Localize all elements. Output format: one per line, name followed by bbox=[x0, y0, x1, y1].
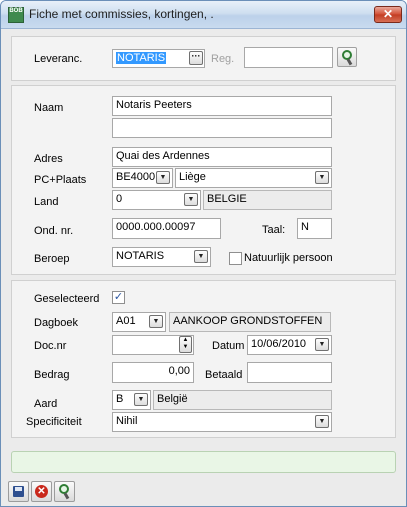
land-dropdown[interactable]: 0 ▼ bbox=[112, 190, 201, 210]
chevron-down-icon[interactable]: ▼ bbox=[194, 250, 208, 263]
plaats-dropdown[interactable]: Liège ▼ bbox=[175, 168, 332, 188]
ond-nr-label: Ond. nr. bbox=[34, 225, 74, 237]
aard-dropdown[interactable]: B ▼ bbox=[112, 390, 151, 410]
docnr-spinner[interactable]: ▲ ▼ bbox=[179, 336, 192, 353]
beroep-dropdown[interactable]: NOTARIS ▼ bbox=[112, 247, 211, 267]
bedrag-field[interactable]: 0,00 bbox=[112, 362, 194, 383]
specificiteit-label: Specificiteit bbox=[26, 416, 82, 428]
window-title: Fiche met commissies, kortingen, . bbox=[29, 7, 214, 21]
betaald-label: Betaald bbox=[205, 369, 243, 381]
specificiteit-value: Nihil bbox=[116, 415, 138, 427]
docnr-field[interactable]: ▲ ▼ bbox=[112, 335, 194, 355]
spin-up-icon[interactable]: ▲ bbox=[180, 337, 191, 344]
ond-nr-field[interactable]: 0000.000.00097 bbox=[112, 218, 221, 239]
beroep-label: Beroep bbox=[34, 253, 70, 265]
naam-field[interactable]: Notaris Peeters bbox=[112, 96, 332, 116]
floppy-disk-icon bbox=[13, 486, 24, 497]
leveranc-field[interactable]: NOTARIS ··· bbox=[112, 49, 205, 68]
land-label: Land bbox=[34, 196, 59, 208]
dialog-window: BOB Fiche met commissies, kortingen, . ✕… bbox=[0, 0, 407, 507]
chevron-down-icon[interactable]: ▼ bbox=[134, 393, 148, 406]
close-button[interactable]: ✕ bbox=[374, 6, 402, 23]
dagboek-dropdown[interactable]: A01 ▼ bbox=[112, 312, 166, 332]
adres-field[interactable]: Quai des Ardennes bbox=[112, 147, 332, 167]
geselecteerd-label: Geselecteerd bbox=[34, 293, 100, 305]
chevron-down-icon[interactable]: ▼ bbox=[156, 171, 170, 184]
aard-code: B bbox=[116, 393, 124, 405]
beroep-value: NOTARIS bbox=[116, 250, 165, 262]
land-name-field: BELGIE bbox=[203, 190, 332, 210]
adres-label: Adres bbox=[34, 153, 63, 165]
bottom-toolbar: ✕ bbox=[1, 478, 406, 506]
app-logo-icon: BOB bbox=[8, 7, 24, 23]
dagboek-code: A01 bbox=[116, 315, 136, 327]
calendar-dropdown-icon[interactable]: ▼ bbox=[315, 338, 329, 351]
dagboek-name-field: AANKOOP GRONDSTOFFEN bbox=[169, 312, 331, 332]
chevron-down-icon[interactable]: ▼ bbox=[149, 315, 163, 328]
chevron-down-icon[interactable]: ▼ bbox=[315, 415, 329, 428]
natuurlijk-label: Natuurlijk persoon bbox=[244, 252, 333, 264]
leveranc-value: NOTARIS bbox=[116, 52, 167, 64]
dagboek-label: Dagboek bbox=[34, 317, 79, 329]
betaald-field[interactable] bbox=[247, 362, 332, 383]
aard-name-field: België bbox=[153, 390, 332, 410]
datum-dropdown[interactable]: 10/06/2010 ▼ bbox=[247, 335, 332, 355]
chevron-down-icon[interactable]: ▼ bbox=[315, 171, 329, 184]
specificiteit-dropdown[interactable]: Nihil ▼ bbox=[112, 412, 332, 432]
bedrag-label: Bedrag bbox=[34, 369, 70, 381]
taal-label: Taal: bbox=[262, 224, 286, 236]
status-bar bbox=[11, 451, 396, 473]
cancel-button[interactable]: ✕ bbox=[31, 481, 52, 502]
pc-dropdown[interactable]: BE4000 ▼ bbox=[112, 168, 173, 188]
leveranc-browse-button[interactable]: ··· bbox=[189, 51, 203, 65]
datum-label: Datum bbox=[212, 340, 245, 352]
reg-label: Reg. bbox=[211, 53, 235, 65]
leveranc-label: Leveranc. bbox=[34, 53, 83, 65]
taal-field[interactable]: N bbox=[297, 218, 332, 239]
spin-down-icon[interactable]: ▼ bbox=[180, 344, 191, 351]
search-button[interactable] bbox=[54, 481, 75, 502]
geselecteerd-checkbox[interactable]: ✓ bbox=[112, 291, 125, 304]
pc-value: BE4000 bbox=[116, 171, 156, 183]
aard-label: Aard bbox=[34, 398, 58, 410]
title-bar: BOB Fiche met commissies, kortingen, . ✕ bbox=[1, 1, 406, 29]
land-code: 0 bbox=[116, 193, 123, 205]
datum-value: 10/06/2010 bbox=[251, 338, 307, 350]
naam2-field[interactable] bbox=[112, 118, 332, 138]
natuurlijk-checkbox[interactable] bbox=[229, 252, 242, 265]
cancel-icon: ✕ bbox=[35, 485, 48, 498]
reg-field[interactable] bbox=[244, 47, 333, 68]
plaats-value: Liège bbox=[179, 171, 206, 183]
naam-label: Naam bbox=[34, 102, 64, 114]
reg-search-button[interactable] bbox=[337, 47, 357, 67]
docnr-label: Doc.nr bbox=[34, 340, 67, 352]
pc-plaats-label: PC+Plaats bbox=[34, 174, 87, 186]
save-button[interactable] bbox=[8, 481, 29, 502]
chevron-down-icon[interactable]: ▼ bbox=[184, 193, 198, 206]
